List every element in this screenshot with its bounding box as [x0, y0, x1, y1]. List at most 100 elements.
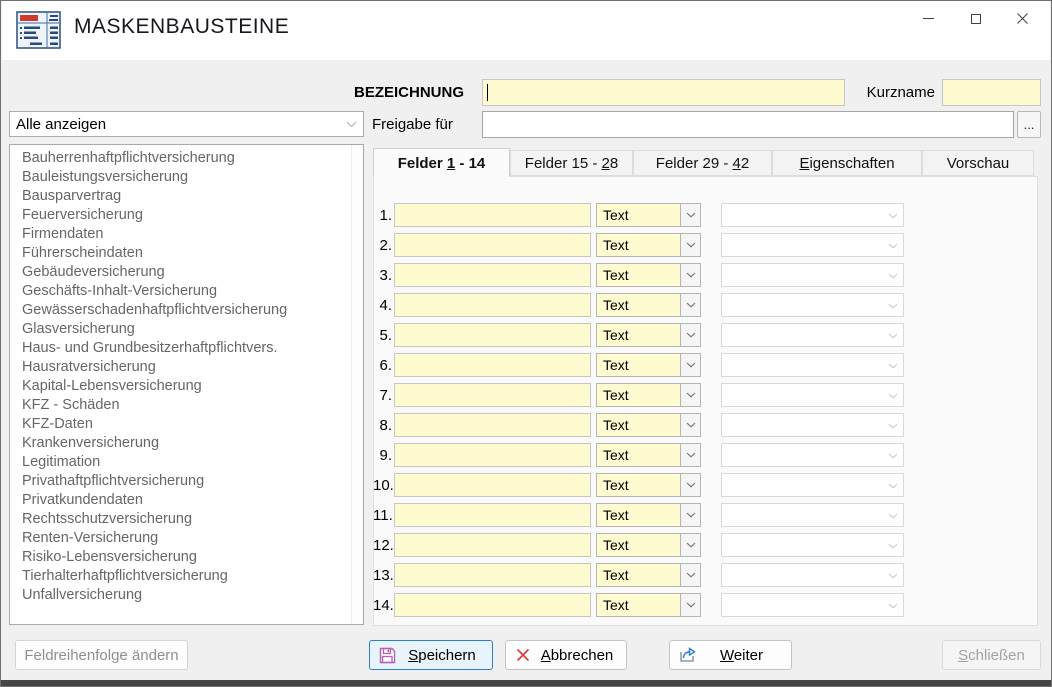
feldname-input[interactable] [394, 443, 591, 467]
list-item[interactable]: Bauleistungsversicherung [22, 168, 351, 187]
browse-button[interactable]: ... [1017, 111, 1041, 138]
list-item[interactable]: Renten-Versicherung [22, 529, 351, 548]
format-dropdown[interactable] [721, 383, 904, 407]
list-item[interactable]: Risiko-Lebensversicherung [22, 548, 351, 567]
list-item[interactable]: Gewässerschadenhaftpflichtversicherung [22, 301, 351, 320]
close-button[interactable] [999, 2, 1046, 35]
typ-dropdown-button[interactable] [680, 533, 701, 557]
typ-dropdown[interactable]: Text [596, 263, 701, 287]
list-item[interactable]: Geschäfts-Inhalt-Versicherung [22, 282, 351, 301]
list-item[interactable]: Gebäudeversicherung [22, 263, 351, 282]
typ-dropdown-button[interactable] [680, 323, 701, 347]
feldname-input[interactable] [394, 383, 591, 407]
list-item[interactable]: Legitimation [22, 453, 351, 472]
list-item[interactable]: Glasversicherung [22, 320, 351, 339]
feldname-input[interactable] [394, 203, 591, 227]
typ-dropdown[interactable]: Text [596, 533, 701, 557]
list-item[interactable]: Firmendaten [22, 225, 351, 244]
list-item[interactable]: Führerscheindaten [22, 244, 351, 263]
tab-felder-29-42[interactable]: Felder 29 - 42 [633, 150, 772, 176]
typ-dropdown[interactable]: Text [596, 233, 701, 257]
format-dropdown[interactable] [721, 593, 904, 617]
typ-dropdown[interactable]: Text [596, 563, 701, 587]
list-item[interactable]: Bauherrenhaftpflichtversicherung [22, 149, 351, 168]
format-dropdown[interactable] [721, 443, 904, 467]
typ-dropdown[interactable]: Text [596, 383, 701, 407]
format-dropdown[interactable] [721, 203, 904, 227]
cancel-button[interactable]: Abbrechen [505, 640, 627, 670]
list-item[interactable]: Feuerversicherung [22, 206, 351, 225]
typ-dropdown-button[interactable] [680, 353, 701, 377]
typ-dropdown-button[interactable] [680, 563, 701, 587]
minimize-button[interactable] [905, 2, 952, 35]
typ-dropdown[interactable]: Text [596, 203, 701, 227]
typ-dropdown[interactable]: Text [596, 503, 701, 527]
typ-dropdown-button[interactable] [680, 233, 701, 257]
typ-dropdown-button[interactable] [680, 263, 701, 287]
list-item[interactable]: Privatkundendaten [22, 491, 351, 510]
dialog-close-button[interactable]: Schließen [942, 640, 1041, 670]
format-dropdown[interactable] [721, 323, 904, 347]
typ-dropdown-button[interactable] [680, 443, 701, 467]
format-dropdown[interactable] [721, 563, 904, 587]
list-item[interactable]: Hausratversicherung [22, 358, 351, 377]
reorder-fields-button[interactable]: Feldreihenfolge ändern [15, 640, 188, 670]
typ-dropdown[interactable]: Text [596, 473, 701, 497]
feldname-input[interactable] [394, 323, 591, 347]
typ-dropdown-button[interactable] [680, 293, 701, 317]
format-dropdown[interactable] [721, 473, 904, 497]
format-dropdown[interactable] [721, 533, 904, 557]
tab-eigenschaften[interactable]: Eigenschaften [772, 150, 922, 176]
typ-dropdown-button[interactable] [680, 203, 701, 227]
list-item[interactable]: Rechtsschutzversicherung [22, 510, 351, 529]
save-button[interactable]: Speichern [369, 640, 493, 670]
typ-dropdown-button[interactable] [680, 413, 701, 437]
typ-dropdown[interactable]: Text [596, 443, 701, 467]
filter-dropdown[interactable]: Alle anzeigen [9, 111, 364, 137]
format-dropdown[interactable] [721, 413, 904, 437]
list-item[interactable]: Krankenversicherung [22, 434, 351, 453]
list-item[interactable]: Tierhalterhaftpflichtversicherung [22, 567, 351, 586]
list-item[interactable]: Privathaftpflichtversicherung [22, 472, 351, 491]
format-dropdown[interactable] [721, 293, 904, 317]
typ-dropdown[interactable]: Text [596, 323, 701, 347]
feldname-input[interactable] [394, 503, 591, 527]
typ-dropdown[interactable]: Text [596, 293, 701, 317]
feldname-input[interactable] [394, 563, 591, 587]
feldname-input[interactable] [394, 353, 591, 377]
typ-dropdown[interactable]: Text [596, 593, 701, 617]
feldname-input[interactable] [394, 233, 591, 257]
feldname-input[interactable] [394, 593, 591, 617]
tab-felder-15-28[interactable]: Felder 15 - 28 [510, 150, 633, 176]
feldname-input[interactable] [394, 293, 591, 317]
feldname-input[interactable] [394, 413, 591, 437]
tab-felder-1-14[interactable]: Felder 1 - 14 [373, 148, 510, 177]
list-scrollbar[interactable] [351, 145, 363, 624]
next-button[interactable]: Weiter [669, 640, 792, 670]
typ-dropdown-button[interactable] [680, 503, 701, 527]
tab-vorschau[interactable]: Vorschau [922, 150, 1034, 176]
list-item[interactable]: KFZ - Schäden [22, 396, 351, 415]
bausteine-list[interactable]: BauherrenhaftpflichtversicherungBauleist… [9, 144, 364, 625]
list-item[interactable]: KFZ-Daten [22, 415, 351, 434]
typ-dropdown-button[interactable] [680, 383, 701, 407]
maximize-button[interactable] [952, 2, 999, 35]
format-dropdown[interactable] [721, 263, 904, 287]
freigabe-input[interactable] [482, 111, 1014, 138]
typ-dropdown[interactable]: Text [596, 353, 701, 377]
format-dropdown[interactable] [721, 353, 904, 377]
list-item[interactable]: Bausparvertrag [22, 187, 351, 206]
typ-dropdown-button[interactable] [680, 473, 701, 497]
list-item[interactable]: Haus- und Grundbesitzerhaftpflichtvers. [22, 339, 351, 358]
format-dropdown[interactable] [721, 233, 904, 257]
typ-dropdown[interactable]: Text [596, 413, 701, 437]
feldname-input[interactable] [394, 263, 591, 287]
feldname-input[interactable] [394, 473, 591, 497]
typ-dropdown-button[interactable] [680, 593, 701, 617]
bezeichnung-input[interactable] [482, 79, 845, 106]
kurzname-input[interactable] [942, 79, 1041, 106]
list-item[interactable]: Kapital-Lebensversicherung [22, 377, 351, 396]
feldname-input[interactable] [394, 533, 591, 557]
list-item[interactable]: Unfallversicherung [22, 586, 351, 605]
format-dropdown[interactable] [721, 503, 904, 527]
